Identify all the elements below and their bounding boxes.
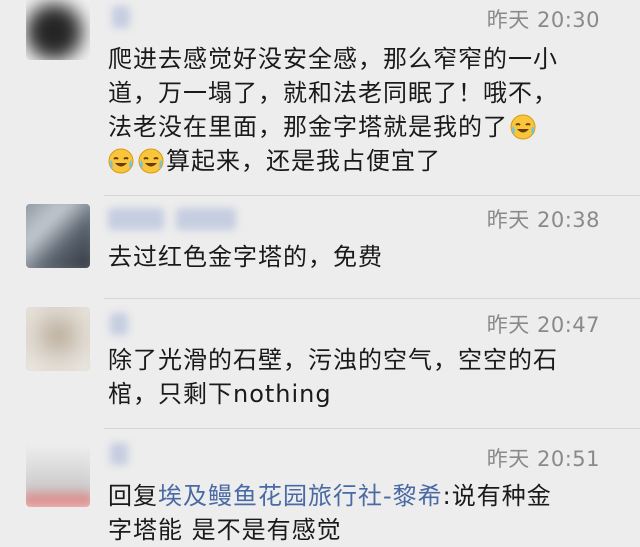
comment-line: 法老没在里面，那金字塔就是我的了 — [108, 110, 608, 144]
comment-4: 昨天 20:51 回复埃及鳗鱼花园旅行社-黎希:说有种金 字塔能 是不是有感觉 — [0, 429, 640, 544]
comment-line: 字塔能 是不是有感觉 — [108, 516, 342, 544]
reply-prefix: 回复 — [108, 482, 158, 510]
comment-text: 除了光滑的石壁，污浊的空气，空空的石 棺，只剩下nothing — [108, 343, 608, 411]
username[interactable] — [108, 208, 164, 230]
comment-line: 去过红色金字塔的，免费 — [108, 243, 383, 271]
username[interactable] — [110, 313, 128, 335]
username[interactable] — [110, 443, 128, 465]
username[interactable] — [176, 208, 236, 230]
reply-target-link[interactable]: 埃及鳗鱼花园旅行社-黎希 — [158, 482, 443, 510]
comment-3: 昨天 20:47 除了光滑的石壁，污浊的空气，空空的石 棺，只剩下nothing — [0, 299, 640, 429]
comment-line: 回复埃及鳗鱼花园旅行社-黎希:说有种金 — [108, 479, 608, 513]
username[interactable] — [112, 6, 130, 28]
comment-line: 道，万一塌了，就和法老同眠了！哦不， — [108, 79, 558, 107]
timestamp: 昨天 20:30 — [486, 8, 600, 32]
laughing-crying-emoji-icon — [108, 148, 134, 174]
comment-line: 棺，只剩下nothing — [108, 380, 332, 408]
comment-line-text: 算起来，还是我占便宜了 — [166, 147, 441, 175]
comment-2: 昨天 20:38 去过红色金字塔的，免费 — [0, 196, 640, 296]
comment-text: 爬进去感觉好没安全感，那么窄窄的一小 道，万一塌了，就和法老同眠了！哦不， 法老… — [108, 42, 608, 178]
timestamp: 昨天 20:51 — [486, 447, 600, 471]
avatar[interactable] — [26, 0, 90, 60]
reply-text: :说有种金 — [442, 482, 552, 510]
comment-1: 昨天 20:30 爬进去感觉好没安全感，那么窄窄的一小 道，万一塌了，就和法老同… — [0, 0, 640, 200]
comment-line-text: 法老没在里面，那金字塔就是我的了 — [108, 113, 508, 141]
avatar[interactable] — [26, 307, 90, 371]
laughing-crying-emoji-icon — [510, 114, 536, 140]
laughing-crying-emoji-icon — [138, 148, 164, 174]
timestamp: 昨天 20:38 — [486, 208, 600, 232]
comment-text: 去过红色金字塔的，免费 — [108, 240, 608, 274]
avatar[interactable] — [26, 204, 90, 268]
comment-text: 回复埃及鳗鱼花园旅行社-黎希:说有种金 字塔能 是不是有感觉 — [108, 479, 608, 547]
comment-line: 除了光滑的石壁，污浊的空气，空空的石 — [108, 346, 558, 374]
timestamp: 昨天 20:47 — [486, 313, 600, 337]
comment-line: 算起来，还是我占便宜了 — [108, 144, 608, 178]
comment-line: 爬进去感觉好没安全感，那么窄窄的一小 — [108, 45, 558, 73]
avatar[interactable] — [26, 443, 90, 507]
